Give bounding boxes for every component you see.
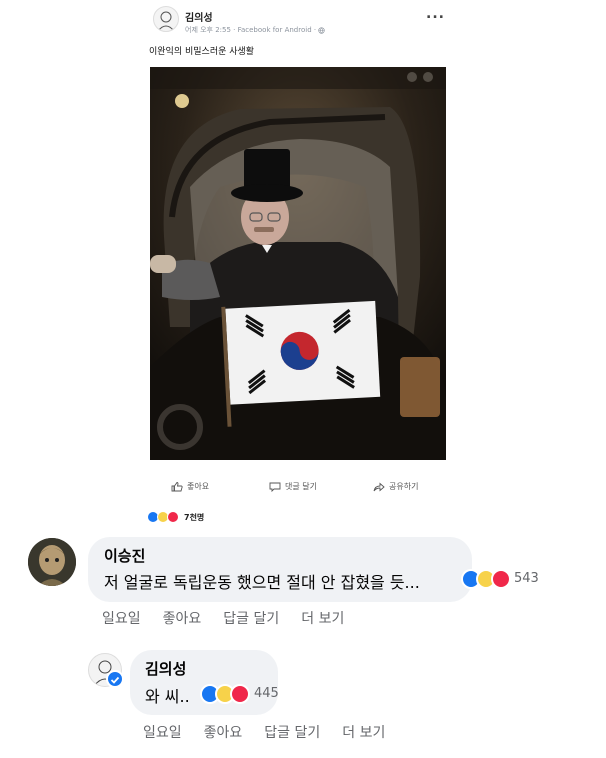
- share-icon: [373, 482, 385, 491]
- reply-more-link[interactable]: 더 보기: [342, 725, 385, 741]
- comment-icon: [269, 482, 281, 492]
- post-share-button[interactable]: 공유하기: [373, 481, 418, 492]
- comment-author-name[interactable]: 이승진: [104, 545, 145, 566]
- post-reaction-count: 7천명: [184, 513, 205, 522]
- reply-author-name[interactable]: 김의성: [145, 658, 186, 679]
- post-more-options-button[interactable]: ...: [426, 6, 445, 22]
- post-photo[interactable]: [150, 67, 446, 460]
- author-avatar[interactable]: [153, 6, 179, 32]
- love-reaction-icon: [230, 684, 250, 704]
- post-text: 이완익의 비밀스러운 사생활: [149, 47, 255, 57]
- comment-like-link[interactable]: 좋아요: [163, 611, 202, 627]
- post-like-button[interactable]: 좋아요: [171, 481, 209, 492]
- reply-reaction-count: 445: [254, 686, 279, 701]
- globe-icon: [318, 26, 325, 34]
- reply-timestamp[interactable]: 일요일: [143, 725, 182, 741]
- comment-reactions[interactable]: 543: [461, 569, 561, 589]
- post-like-label: 좋아요: [187, 482, 210, 491]
- post-comment-label: 댓글 달기: [285, 482, 317, 491]
- post-actions-bar: 좋아요 댓글 달기 공유하기: [137, 478, 459, 500]
- reply-like-link[interactable]: 좋아요: [204, 725, 243, 741]
- commenter-avatar[interactable]: [28, 538, 76, 586]
- post-author-name[interactable]: 김의성: [185, 9, 213, 24]
- comment-timestamp[interactable]: 일요일: [102, 611, 141, 627]
- facebook-post: 김의성 어제 오후 2:55 · Facebook for Android · …: [137, 0, 459, 533]
- thumbs-up-icon: [171, 481, 183, 491]
- post-comment-button[interactable]: 댓글 달기: [269, 481, 317, 492]
- comment-text: 저 얼굴로 독립운동 했으면 절대 안 잡혔을 듯...: [104, 573, 420, 592]
- love-reaction-icon: [167, 511, 179, 523]
- comment-more-link[interactable]: 더 보기: [301, 611, 344, 627]
- love-reaction-icon: [491, 569, 511, 589]
- verified-badge-icon: [106, 670, 124, 688]
- reply-text: 와 씨..: [145, 687, 190, 706]
- comment-reaction-count: 543: [514, 571, 539, 586]
- reply-actions: 일요일 좋아요 답글 달기 더 보기: [143, 722, 407, 742]
- post-meta: 어제 오후 2:55 · Facebook for Android ·: [185, 25, 325, 35]
- reply-reply-link[interactable]: 답글 달기: [264, 725, 320, 741]
- comment-reply-link[interactable]: 답글 달기: [223, 611, 279, 627]
- reply-reactions[interactable]: 445: [200, 684, 300, 704]
- post-timestamp: 어제 오후 2:55 · Facebook for Android ·: [185, 26, 319, 34]
- comment-actions: 일요일 좋아요 답글 달기 더 보기: [102, 608, 366, 628]
- post-share-label: 공유하기: [389, 482, 419, 491]
